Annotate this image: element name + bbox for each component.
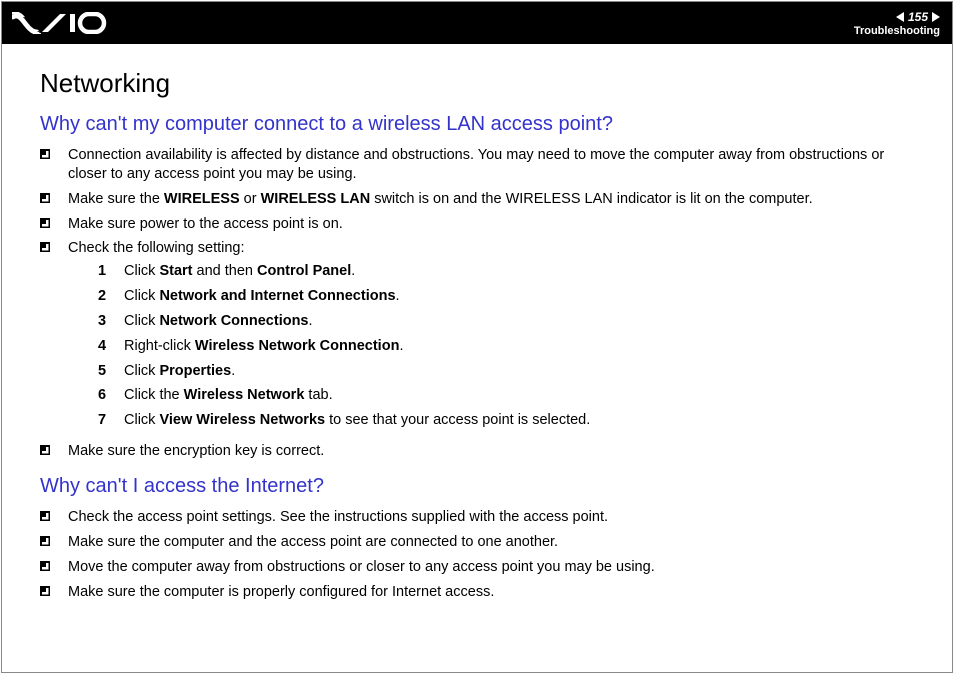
next-page-icon[interactable] xyxy=(932,12,940,22)
bullet-icon xyxy=(40,561,50,571)
page-content: Networking Why can't my computer connect… xyxy=(2,44,952,672)
step-item: 2Click Network and Internet Connections. xyxy=(98,287,914,306)
step-number: 3 xyxy=(98,312,124,331)
question-heading-2: Why can't I access the Internet? xyxy=(40,475,914,498)
list-item: Connection availability is affected by d… xyxy=(40,146,914,184)
step-item: 1Click Start and then Control Panel. xyxy=(98,262,914,281)
bullet-icon xyxy=(40,193,50,203)
step-text: Click Network and Internet Connections. xyxy=(124,287,400,306)
bullet-icon xyxy=(40,445,50,455)
step-item: 7Click View Wireless Networks to see tha… xyxy=(98,411,914,430)
bullet-icon xyxy=(40,536,50,546)
page-nav: 155 xyxy=(896,10,940,24)
bullet-icon xyxy=(40,149,50,159)
list-item: Make sure the computer is properly confi… xyxy=(40,583,914,602)
step-number: 7 xyxy=(98,411,124,430)
step-number: 1 xyxy=(98,262,124,281)
list-text: Make sure the encryption key is correct. xyxy=(68,442,914,461)
prev-page-icon[interactable] xyxy=(896,12,904,22)
step-text: Click Properties. xyxy=(124,362,235,381)
list-text: Check the access point settings. See the… xyxy=(68,508,914,527)
question-heading-1: Why can't my computer connect to a wirel… xyxy=(40,113,914,136)
step-text: Click Network Connections. xyxy=(124,312,313,331)
page-title: Networking xyxy=(40,68,914,99)
list-item: Check the following setting: 1Click Star… xyxy=(40,239,914,436)
step-text: Click View Wireless Networks to see that… xyxy=(124,411,590,430)
bullet-icon xyxy=(40,511,50,521)
answer-list-2: Check the access point settings. See the… xyxy=(40,508,914,601)
step-item: 4Right-click Wireless Network Connection… xyxy=(98,337,914,356)
list-text: Check the following setting: 1Click Star… xyxy=(68,239,914,436)
list-text: Make sure power to the access point is o… xyxy=(68,215,914,234)
step-text: Click Start and then Control Panel. xyxy=(124,262,355,281)
step-number: 5 xyxy=(98,362,124,381)
step-number: 4 xyxy=(98,337,124,356)
list-item: Make sure power to the access point is o… xyxy=(40,215,914,234)
list-item: Check the access point settings. See the… xyxy=(40,508,914,527)
bullet-icon xyxy=(40,218,50,228)
step-number: 2 xyxy=(98,287,124,306)
step-number: 6 xyxy=(98,386,124,405)
list-text: Make sure the computer and the access po… xyxy=(68,533,914,552)
numbered-steps: 1Click Start and then Control Panel. 2Cl… xyxy=(68,262,914,430)
step-text: Click the Wireless Network tab. xyxy=(124,386,333,405)
section-2: Why can't I access the Internet? Check t… xyxy=(40,475,914,601)
list-item: Move the computer away from obstructions… xyxy=(40,558,914,577)
list-text: Make sure the WIRELESS or WIRELESS LAN s… xyxy=(68,190,914,209)
header-meta: 155 Troubleshooting xyxy=(854,10,940,37)
list-item: Make sure the computer and the access po… xyxy=(40,533,914,552)
list-item: Make sure the encryption key is correct. xyxy=(40,442,914,461)
vaio-logo xyxy=(12,12,108,34)
list-text: Move the computer away from obstructions… xyxy=(68,558,914,577)
section-label: Troubleshooting xyxy=(854,25,940,37)
bullet-icon xyxy=(40,586,50,596)
page-number: 155 xyxy=(908,10,928,24)
step-item: 6Click the Wireless Network tab. xyxy=(98,386,914,405)
list-text: Make sure the computer is properly confi… xyxy=(68,583,914,602)
step-item: 3Click Network Connections. xyxy=(98,312,914,331)
answer-list-1: Connection availability is affected by d… xyxy=(40,146,914,461)
bullet-icon xyxy=(40,242,50,252)
list-item: Make sure the WIRELESS or WIRELESS LAN s… xyxy=(40,190,914,209)
list-text: Connection availability is affected by d… xyxy=(68,146,914,184)
document-page: 155 Troubleshooting Networking Why can't… xyxy=(1,1,953,673)
step-item: 5Click Properties. xyxy=(98,362,914,381)
step-text: Right-click Wireless Network Connection. xyxy=(124,337,403,356)
page-header: 155 Troubleshooting xyxy=(2,2,952,44)
